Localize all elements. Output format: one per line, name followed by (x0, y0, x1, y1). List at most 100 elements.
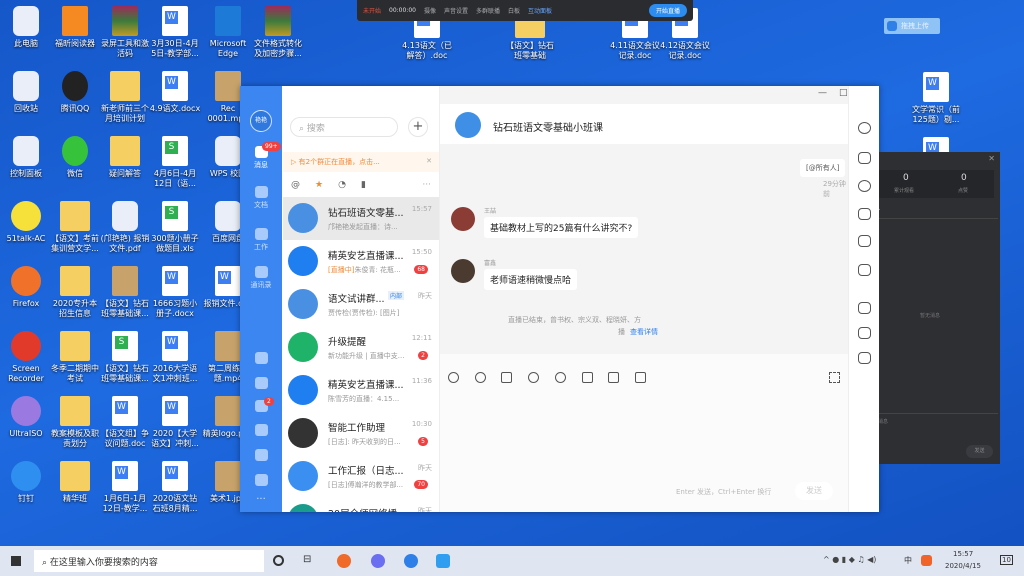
nav-org[interactable] (240, 474, 282, 488)
desktop-icon[interactable]: (邝艳艳) 报销文件.pdf (99, 201, 151, 254)
send-button[interactable]: 发送 (795, 482, 833, 500)
desktop-icon[interactable]: Screen Recorder (0, 331, 52, 384)
user-avatar[interactable]: 艳艳 (250, 110, 272, 132)
checkbox-icon[interactable] (635, 372, 646, 383)
desktop-icon[interactable]: 【语文】钻石班零基础课... (99, 331, 151, 384)
archive-icon[interactable]: ▮ (361, 180, 366, 190)
maximize-button[interactable]: □ (839, 88, 848, 98)
nav-ding[interactable]: 2 (240, 397, 282, 414)
nav-phone[interactable] (240, 424, 282, 438)
desktop-icon[interactable]: 【语文组】争议问题.doc (99, 396, 151, 449)
minimize-button[interactable]: — (818, 88, 827, 98)
nav-todo[interactable] (240, 377, 282, 391)
desktop-icon[interactable]: 1月6日-1月12日-教学... (99, 461, 151, 514)
star-icon[interactable]: ★ (315, 180, 323, 190)
sender-avatar[interactable] (451, 207, 475, 231)
popup-send-button[interactable]: 发送 (966, 445, 993, 458)
at-icon[interactable]: @ (291, 180, 300, 190)
desktop-icon[interactable]: 4.9语文.docx (149, 71, 201, 114)
chat-list-item[interactable]: 精英安艺直播课... 11:36 陈雪芳的直播：4.15... (283, 369, 439, 412)
lightning-icon[interactable] (858, 327, 871, 339)
emoji-icon[interactable] (475, 372, 486, 383)
sogou-icon[interactable] (921, 555, 932, 566)
calendar-icon[interactable] (608, 372, 619, 383)
desktop-icon[interactable]: 此电脑 (0, 6, 52, 49)
chat-list-item[interactable]: 精英安艺直播课... 15:50 [直播中]朱俊青: 花瓶... 68 (283, 240, 439, 283)
desktop-icon[interactable]: 微信 (49, 136, 101, 179)
start-live-button[interactable]: 开始直播 (648, 4, 687, 17)
desktop-icon[interactable]: Firefox (0, 266, 52, 309)
nav-contacts[interactable]: 通讯录 (240, 266, 282, 290)
add-app-icon[interactable] (858, 302, 871, 314)
multi-group-button[interactable]: 多群联播 (476, 6, 500, 15)
nav-mail[interactable] (240, 449, 282, 463)
desktop-icon[interactable]: 控制面板 (0, 136, 52, 179)
details-link[interactable]: 查看详情 (630, 327, 658, 337)
folder-icon[interactable] (582, 372, 593, 383)
expand-icon[interactable] (829, 372, 840, 383)
nav-more[interactable]: ··· (240, 494, 282, 505)
cortana-icon[interactable] (273, 555, 284, 566)
desktop-icon[interactable]: 4月6日-4月12日（语... (149, 136, 201, 189)
wps-taskbar-icon[interactable] (371, 554, 385, 568)
camera-button[interactable]: 摄像 (424, 6, 436, 15)
thumbs-up-icon[interactable] (501, 372, 512, 383)
audio-settings-button[interactable]: 声音设置 (444, 6, 468, 15)
nav-messages[interactable]: 消息 99+ (240, 142, 282, 170)
files-icon[interactable] (858, 208, 871, 220)
desktop-icon[interactable]: 钉钉 (0, 461, 52, 504)
clock-icon[interactable]: ◔ (338, 180, 346, 190)
cube-icon[interactable] (858, 352, 871, 364)
dingtalk-live-taskbar-icon[interactable] (436, 554, 450, 568)
desktop-icon[interactable]: 新老师前三个月培训计划 (99, 71, 151, 124)
chat-list-item[interactable]: 智能工作助理 10:30 [日志]: 昨天收到的日... 5 (283, 412, 439, 455)
interactive-panel-button[interactable]: 互动面板 (528, 6, 552, 15)
baidu-upload-button[interactable]: 拖拽上传 (884, 18, 940, 34)
desktop-icon[interactable]: UltraISO (0, 396, 52, 439)
firefox-taskbar-icon[interactable] (337, 554, 351, 568)
task-view-icon[interactable]: ⊟ (303, 554, 311, 565)
desktop-icon[interactable]: 疑问解答 (99, 136, 151, 179)
scissors-icon[interactable] (528, 372, 539, 383)
desktop-icon[interactable]: 2016大学语文1冲刺班... (149, 331, 201, 384)
close-icon[interactable]: ✕ (988, 154, 995, 163)
desktop-icon[interactable]: 【语文】钻石班零基础课... (99, 266, 151, 319)
add-button[interactable]: + (408, 117, 428, 137)
live-icon[interactable] (858, 264, 871, 276)
desktop-icon[interactable]: 录屏工具和激活码 (99, 6, 151, 59)
dingtalk-taskbar-icon[interactable] (404, 554, 418, 568)
chat-list-item[interactable]: 20届全师网络播... 昨天 (283, 498, 439, 512)
close-icon[interactable]: ✕ (426, 157, 432, 165)
chat-list-item[interactable]: 升级提醒 12:11 新功能升级 | 直播中支... 2 (283, 326, 439, 369)
desktop-icon[interactable]: 300题小册子做题目.xls (149, 201, 201, 254)
desktop-icon[interactable]: 文学常识（前125题）剔... (910, 72, 962, 125)
desktop-icon[interactable]: 51talk-AC (0, 201, 52, 244)
desktop-icon[interactable]: 教案模板及职责划分 (49, 396, 101, 449)
desktop-icon[interactable]: 2020专升本招生信息 (49, 266, 101, 319)
announcement-icon[interactable] (858, 235, 871, 247)
more-icon[interactable]: ··· (422, 180, 431, 190)
chat-list-item[interactable]: 语文试讲群... 昨天 贾传检(贾传检): [图片] 内部 (283, 283, 439, 326)
notification-center[interactable]: 10 (1000, 555, 1013, 565)
clock-time[interactable]: 15:57 (953, 550, 973, 558)
desktop-icon[interactable]: 文件格式转化及加密步骤... (252, 6, 304, 59)
desktop-icon[interactable]: 2020【大学语文】冲刺... (149, 396, 201, 449)
desktop-icon[interactable]: 回收站 (0, 71, 52, 114)
taskbar-search[interactable]: ⌕ 在这里输入你要搜索的内容 (34, 550, 264, 572)
clock-date[interactable]: 2020/4/15 (945, 562, 981, 570)
desktop-icon[interactable]: 3月30日-4月5日-教学部... (149, 6, 201, 59)
desktop-icon[interactable]: 福昕阅读器 (49, 6, 101, 49)
desktop-icon[interactable]: 【语文】考前集训营文学... (49, 201, 101, 254)
add-member-icon[interactable] (858, 152, 871, 164)
desktop-icon[interactable]: Microsoft Edge (202, 6, 254, 59)
more-options-icon[interactable] (858, 122, 871, 134)
history-icon[interactable] (858, 180, 871, 192)
search-input[interactable]: ⌕ 搜索 (290, 117, 398, 137)
nav-work[interactable]: 工作 (240, 228, 282, 252)
sender-avatar[interactable] (451, 259, 475, 283)
live-notice[interactable]: ▷ 有2个群正在直播，点击... ✕ (283, 152, 439, 172)
system-tray[interactable]: ^ ● ▮ ◆ ♫ ◀) (823, 555, 876, 564)
whiteboard-button[interactable]: 白板 (508, 6, 520, 15)
nav-calendar[interactable] (240, 352, 282, 366)
desktop-icon[interactable]: 1666习题小册子.docx (149, 266, 201, 319)
